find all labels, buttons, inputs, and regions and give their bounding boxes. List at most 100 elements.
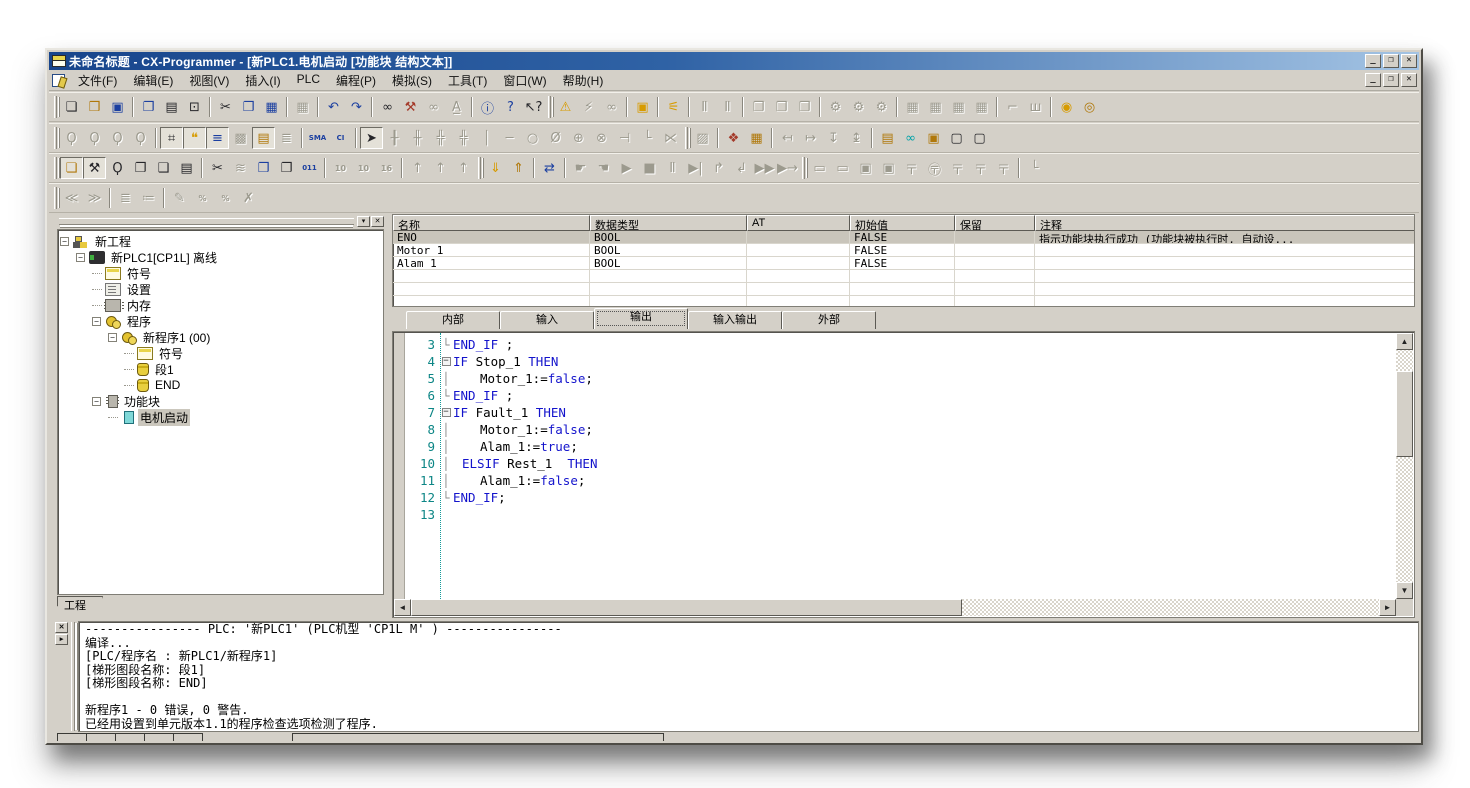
force-cancel-bits-button[interactable]: 〒 [992, 157, 1015, 179]
compile-output[interactable]: ---------------- PLC: '新PLC1' (PLC机型 'CP… [78, 621, 1419, 732]
tile-windows-button[interactable]: ❑ [152, 157, 175, 179]
select-mode-button[interactable]: ➤ [360, 127, 383, 149]
replace-button[interactable]: ⚒ [399, 96, 422, 118]
force-release-button[interactable]: ◎ [1078, 96, 1101, 118]
paste-button[interactable]: ▦ [260, 96, 283, 118]
editor-vertical-scrollbar[interactable]: ▲ ▼ [1396, 333, 1413, 599]
help-button[interactable]: ? [499, 96, 522, 118]
new-button[interactable]: ❏ [60, 96, 83, 118]
binary-view-button[interactable]: 011 [298, 157, 321, 179]
column-header-保留[interactable]: 保留 [955, 215, 1035, 231]
differential-monitor-2-button[interactable]: 〶 [923, 157, 946, 179]
open-button[interactable]: ❒ [83, 96, 106, 118]
line-connect-mode-button[interactable]: └ [1023, 157, 1046, 179]
goto-next-address-button[interactable]: ↨ [845, 127, 868, 149]
comment-list-button[interactable]: ▦ [745, 127, 768, 149]
zoom-region-button[interactable]: Ϙ [83, 127, 106, 149]
new-keep-coil-button[interactable]: ⊗ [590, 127, 613, 149]
address-reference-tool-button[interactable]: ❖ [722, 127, 745, 149]
child-minimize-button[interactable]: _ [1365, 73, 1381, 87]
cut-button[interactable]: ✂ [214, 96, 237, 118]
force-on-bit-button[interactable]: 〒 [946, 157, 969, 179]
document-icon[interactable] [52, 74, 65, 87]
new-closed-coil-button[interactable]: Ø [544, 127, 567, 149]
st-delete-button[interactable]: ✗ [237, 187, 260, 209]
program-check-2-button[interactable]: ❐ [770, 96, 793, 118]
online-gear-1-button[interactable]: ⚙ [824, 96, 847, 118]
st-editor[interactable]: 3└END_IF ;4−IF Stop_1 THEN5│Motor_1:=fal… [392, 331, 1415, 618]
menu-item-视图[interactable]: 视图(V) [181, 70, 237, 91]
tree-item-新PLC1[CP1L] 离线[interactable]: −新PLC1[CP1L] 离线 [60, 249, 383, 265]
output-expand-button[interactable]: ▸ [55, 634, 68, 645]
differential-step-button[interactable]: ⌐ [1001, 96, 1024, 118]
tab-输出[interactable]: 输出 [594, 308, 688, 329]
show-comments-button[interactable]: ❝ [183, 127, 206, 149]
undo-button[interactable]: ↶ [322, 96, 345, 118]
project-tab[interactable]: 工程 [57, 596, 103, 612]
toggle-project-window-button[interactable]: ❏ [60, 157, 83, 179]
table-row[interactable]: ENOBOOLFALSE指示功能块执行成功 (功能块被执行时, 自动设... [393, 231, 1414, 244]
column-header-名称[interactable]: 名称 [393, 215, 590, 231]
program-check-1-button[interactable]: ❐ [747, 96, 770, 118]
goto-prev-address-button[interactable]: ↧ [822, 127, 845, 149]
expand-minus-icon[interactable]: − [92, 317, 101, 326]
upload-3-button[interactable]: ↑ [452, 157, 475, 179]
scroll-down-icon[interactable]: ▼ [1396, 582, 1413, 599]
fold-marker[interactable]: − [439, 408, 453, 417]
fb-check-button[interactable]: ▣ [631, 96, 654, 118]
toolbar-handle[interactable] [478, 157, 481, 179]
expand-minus-icon[interactable]: − [60, 237, 69, 246]
expand-minus-icon[interactable]: − [92, 397, 101, 406]
new-or-contact-button[interactable]: ╬ [429, 127, 452, 149]
output-tab-stub[interactable] [86, 733, 116, 741]
upload-2-button[interactable]: ↑ [429, 157, 452, 179]
zoom-in-button[interactable]: Ϙ [106, 127, 129, 149]
transfer-to-plc-button[interactable]: ⇓ [484, 157, 507, 179]
show-sma-button[interactable]: SMA [306, 127, 329, 149]
cascade-windows-button[interactable]: ❐ [129, 157, 152, 179]
tree-item-符号[interactable]: 符号 [60, 265, 383, 281]
line-connector-button[interactable]: └ [636, 127, 659, 149]
show-rung-annotation-button[interactable]: ≡ [206, 127, 229, 149]
restore-button[interactable]: ❐ [1383, 54, 1399, 68]
invert-instruction-button[interactable]: ⊣ [613, 127, 636, 149]
redo-button[interactable]: ↷ [345, 96, 368, 118]
expand-minus-icon[interactable]: − [76, 253, 85, 262]
toolbar-handle[interactable] [54, 127, 57, 149]
time-chart-monitor-button[interactable]: ш [1024, 96, 1047, 118]
st-edit-1-button[interactable]: ✎ [168, 187, 191, 209]
table-row[interactable]: Motor_1BOOLFALSE [393, 244, 1414, 257]
tree-item-电机启动[interactable]: 电机启动 [60, 409, 383, 425]
output-grip[interactable] [71, 622, 75, 731]
toolbar-handle[interactable] [54, 96, 57, 118]
work-online-simulator-button[interactable]: ☚ [592, 157, 615, 179]
properties-button[interactable]: ▤ [175, 157, 198, 179]
table-row[interactable] [393, 283, 1414, 296]
menu-item-编程[interactable]: 编程(P) [328, 70, 384, 91]
pause-monitor-button[interactable]: Ⅱ [716, 96, 739, 118]
transfer-from-plc-button[interactable]: ⇑ [507, 157, 530, 179]
watch-window-button[interactable]: ∞ [899, 127, 922, 149]
zoom-100-button[interactable]: Ϙ [60, 127, 83, 149]
collapse-icon[interactable]: − [442, 408, 451, 417]
context-help-button[interactable]: ↖? [522, 96, 545, 118]
find-symbol-button[interactable]: ∞ [422, 96, 445, 118]
menu-item-模拟[interactable]: 模拟(S) [384, 70, 440, 91]
change-word-button[interactable]: A̲ [445, 96, 468, 118]
horizontal-line-button[interactable]: ─ [498, 127, 521, 149]
st-uncomment-button[interactable]: % [214, 187, 237, 209]
tab-输入[interactable]: 输入 [500, 311, 594, 329]
stop-button[interactable]: ■ [638, 157, 661, 179]
step-out-button[interactable]: ↲ [730, 157, 753, 179]
signed-decimal-monitor-button[interactable]: 10 [352, 157, 375, 179]
toolbar-handle[interactable] [54, 157, 57, 179]
compile-all-plc-button[interactable]: ⚡ [577, 96, 600, 118]
menu-item-工具[interactable]: 工具(T) [440, 70, 495, 91]
show-program-list-button[interactable]: ▤ [252, 127, 275, 149]
plc-mode-monitor-button[interactable]: ▦ [947, 96, 970, 118]
compile-report-button[interactable]: ❐ [275, 157, 298, 179]
indent-button[interactable]: ≫ [83, 187, 106, 209]
print-button[interactable]: ▤ [160, 96, 183, 118]
tree-item-符号[interactable]: 符号 [60, 345, 383, 361]
monitor-sheet-button[interactable]: ▢ [968, 127, 991, 149]
